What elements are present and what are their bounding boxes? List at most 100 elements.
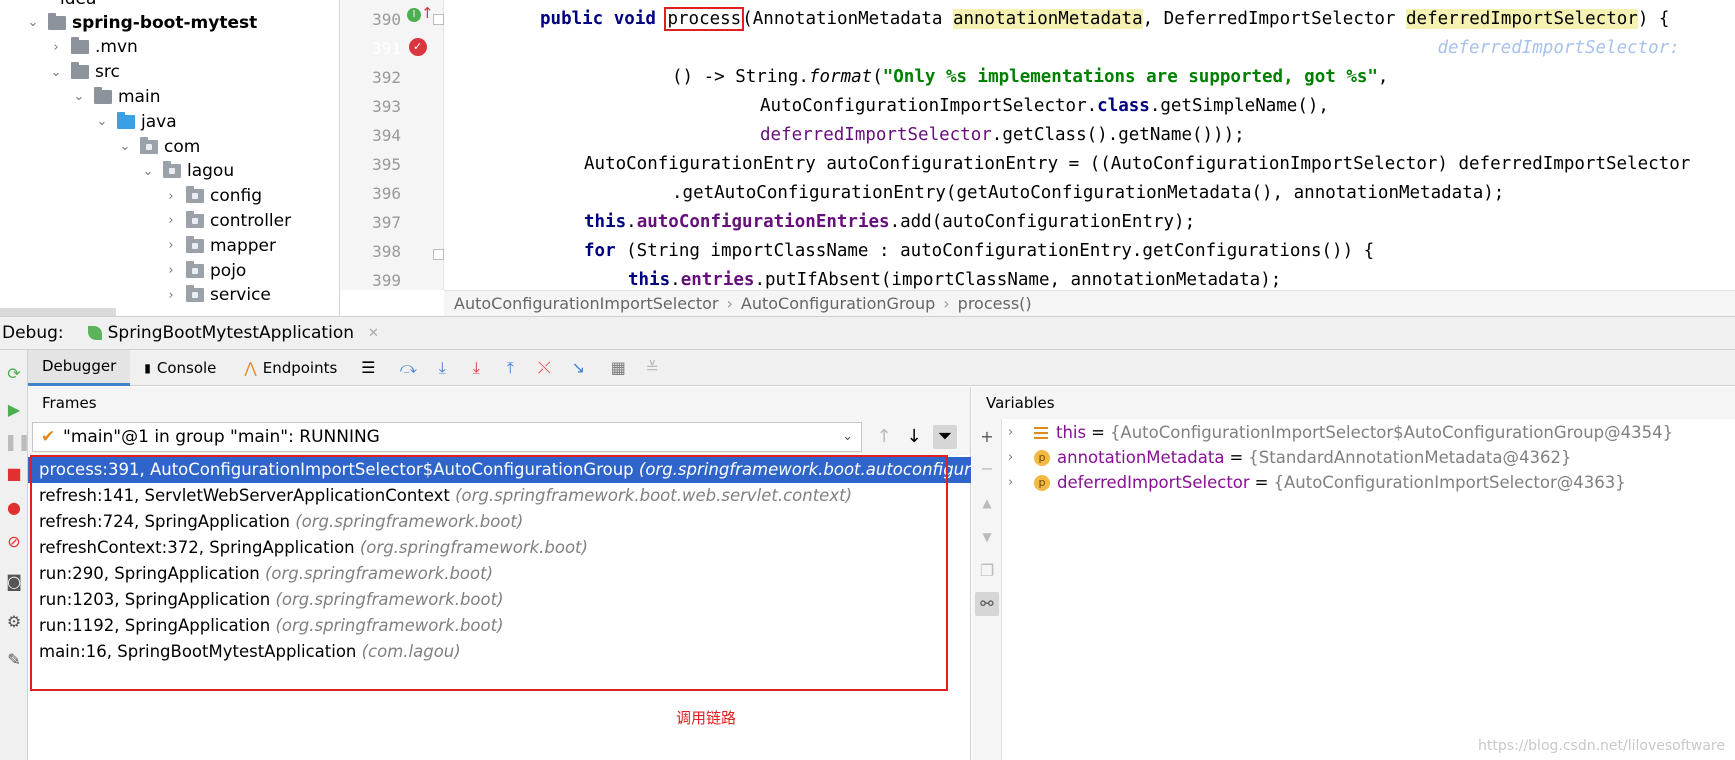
frames-header: Frames [28, 387, 971, 419]
tab-debugger[interactable]: Debugger [28, 349, 131, 386]
frame-item[interactable]: run:1203, SpringApplication (org.springf… [28, 587, 971, 613]
stop-icon[interactable]: ■ [4, 464, 24, 484]
chevron-right-icon[interactable]: › [1008, 445, 1022, 470]
pause-icon[interactable]: ❚❚ [4, 432, 31, 452]
move-down-icon[interactable]: ▼ [975, 525, 999, 549]
code-line-398: for (String importClassName : autoConfig… [584, 241, 1375, 261]
process-method-name: process [664, 7, 745, 31]
force-step-into-icon[interactable]: ⤓ [463, 357, 489, 379]
folder-icon [186, 186, 204, 204]
code-line-391: Assert.state(deferredImportSelector inst… [584, 38, 1691, 58]
folder-icon [48, 12, 66, 30]
chevron-right-icon[interactable]: › [164, 189, 178, 204]
tree-item-java[interactable]: ⌄ java [95, 109, 177, 134]
camera-icon[interactable]: ◙ [4, 572, 24, 592]
chevron-right-icon[interactable]: › [164, 263, 178, 278]
chevron-right-icon[interactable]: › [164, 288, 178, 303]
mute-breakpoints-icon[interactable]: ⊘ [4, 532, 24, 552]
frame-item[interactable]: refresh:141, ServletWebServerApplication… [28, 483, 971, 509]
tree-item-label: src [95, 62, 120, 83]
chevron-right-icon[interactable]: › [1008, 470, 1022, 495]
glasses-icon[interactable]: ⚯ [975, 592, 999, 616]
run-to-cursor-icon[interactable]: ↘ [565, 357, 591, 379]
breakpoint-check-icon: ✓ [413, 40, 423, 53]
settings-gear-icon[interactable]: ⚙ [4, 612, 24, 632]
move-up-icon[interactable]: ▲ [975, 491, 999, 515]
variable-value: {AutoConfigurationImportSelector$AutoCon… [1109, 423, 1674, 442]
variable-item-annotationmetadata[interactable]: › p annotationMetadata = {StandardAnnotation… [1002, 445, 1571, 470]
chevron-right-icon[interactable]: › [1008, 420, 1022, 445]
view-breakpoints-icon[interactable]: ● [4, 498, 24, 518]
tree-item-src[interactable]: ⌄ src [49, 60, 120, 85]
thread-select[interactable]: ✔ "main"@1 in group "main": RUNNING ⌄ [32, 422, 862, 452]
debug-session-tab[interactable]: SpringBootMytestApplication ✕ [87, 323, 379, 343]
frame-method: refresh:141, ServletWebServerApplication… [39, 486, 456, 505]
evaluate-expression-icon[interactable]: ▦ [605, 357, 631, 379]
close-icon[interactable]: ✕ [368, 326, 379, 341]
pin-icon[interactable]: ✎ [4, 650, 24, 670]
step-out-icon[interactable]: ⤒ [497, 357, 523, 379]
previous-frame-icon[interactable]: ↑ [872, 425, 896, 449]
frames-list: process:391, AutoConfigurationImportSele… [28, 455, 988, 760]
step-over-icon[interactable]: ⤓ [429, 357, 455, 379]
tree-item-lagou[interactable]: ⌄ lagou [141, 159, 234, 184]
frame-item[interactable]: refreshContext:372, SpringApplication (o… [28, 535, 971, 561]
tree-item-label: .mvn [95, 37, 138, 58]
frame-method: refreshContext:372, SpringApplication [39, 538, 360, 557]
resume-icon[interactable]: ▶ [4, 400, 24, 420]
chevron-right-icon[interactable]: › [164, 213, 178, 228]
fold-marker-icon[interactable] [433, 249, 444, 260]
tab-console[interactable]: ▮ Console [130, 350, 230, 386]
folder-icon [163, 161, 181, 179]
call-chain-annotation: 调用链路 [676, 709, 737, 727]
variable-item-deferredimportselector[interactable]: › p deferredImportSelector = {AutoConfigurat… [1002, 470, 1626, 495]
frame-package: (org.springframework.boot) [275, 590, 504, 609]
chevron-down-icon[interactable]: ⌄ [95, 114, 109, 129]
variable-item-this[interactable]: › this = {AutoConfigurationImportSelector$A… [1002, 420, 1673, 445]
frame-item[interactable]: run:290, SpringApplication (org.springfr… [28, 561, 971, 587]
chevron-down-icon[interactable]: ⌄ [72, 89, 86, 104]
chevron-down-icon[interactable]: ⌄ [49, 65, 63, 80]
code-editor[interactable]: public void process(AnnotationMetadata a… [444, 0, 1735, 290]
chevron-down-icon[interactable]: ⌄ [141, 164, 155, 179]
add-watch-icon[interactable]: + [975, 425, 999, 449]
breadcrumb-item[interactable]: process() [958, 294, 1032, 313]
debug-side-toolbar: ⟳ ▶ ❚❚ ■ ● ⊘ ◙ ⚙ ✎ [0, 350, 31, 760]
tree-item-main[interactable]: ⌄ main [72, 84, 160, 109]
tree-item-com[interactable]: ⌄ com [118, 134, 200, 159]
debugger-toolbar: Debugger ▮ Console ⋀ Endpoints ☰ ⤼ ⤓ ⤓ ⤒ ⤬… [28, 349, 1735, 386]
fold-marker-icon[interactable] [433, 14, 444, 25]
tree-item-pojo[interactable]: › pojo [164, 258, 246, 283]
frame-item[interactable]: process:391, AutoConfigurationImportSele… [28, 457, 988, 483]
frame-item[interactable]: run:1192, SpringApplication (org.springf… [28, 613, 971, 639]
breadcrumb-item[interactable]: AutoConfigurationGroup [741, 294, 935, 313]
remove-watch-icon[interactable]: − [975, 457, 999, 481]
chevron-right-icon[interactable]: › [49, 40, 63, 55]
chevron-down-icon[interactable]: ⌄ [118, 139, 132, 154]
trace-icon[interactable]: ≚ [639, 357, 665, 379]
filter-icon[interactable]: ⏷ [933, 425, 957, 449]
tree-item-service[interactable]: › service [164, 283, 271, 308]
implements-marker-icon[interactable]: I [407, 8, 421, 22]
tab-endpoints[interactable]: ⋀ Endpoints [230, 350, 351, 386]
tree-item-controller[interactable]: › controller [164, 208, 291, 233]
tree-item-mapper[interactable]: › mapper [164, 233, 276, 258]
tree-item-mvn[interactable]: › .mvn [49, 35, 138, 60]
tree-scrollbar[interactable] [0, 308, 116, 316]
tree-item-spring-boot-mytest[interactable]: ⌄ spring-boot-mytest [26, 10, 257, 35]
next-frame-icon[interactable]: ↓ [902, 425, 926, 449]
copy-icon[interactable]: ❐ [975, 559, 999, 583]
folder-icon [94, 86, 112, 104]
variables-header: Variables [972, 387, 1735, 419]
chevron-right-icon[interactable]: › [164, 238, 178, 253]
breadcrumb-item[interactable]: AutoConfigurationImportSelector [454, 294, 718, 313]
rerun-icon[interactable]: ⟳ [4, 364, 24, 384]
frame-item[interactable]: refresh:724, SpringApplication (org.spri… [28, 509, 971, 535]
tree-item-label: main [118, 86, 161, 107]
layout-menu-icon[interactable]: ☰ [355, 357, 381, 379]
tree-item-config[interactable]: › config [164, 184, 262, 209]
frame-item[interactable]: main:16, SpringBootMytestApplication (co… [28, 639, 971, 665]
show-execution-point-icon[interactable]: ⤼ [395, 357, 421, 379]
drop-frame-icon[interactable]: ⤬ [531, 357, 557, 379]
chevron-down-icon[interactable]: ⌄ [26, 15, 40, 30]
